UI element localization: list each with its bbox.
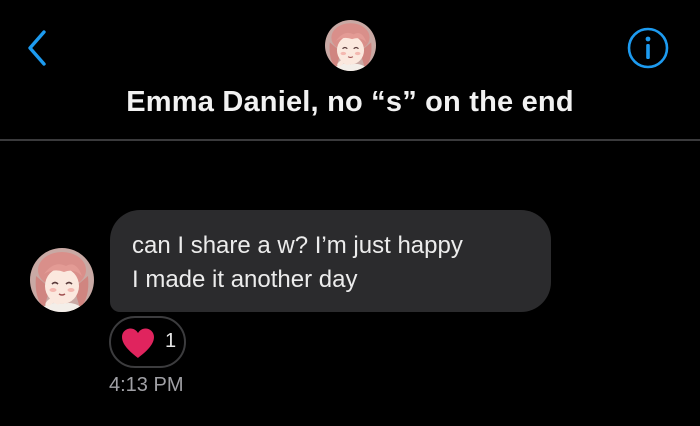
back-button[interactable] [20,28,56,68]
chevron-left-icon [28,30,46,66]
heart-icon [122,328,154,358]
contact-avatar[interactable] [325,20,376,71]
message-text-line-2: I made it another day [132,266,358,293]
avatar-image [30,248,94,312]
avatar-image [325,20,376,71]
reaction-count: 1 [165,330,177,352]
message-text-line-1: can I share a w? I’m just happy [132,232,463,259]
sender-avatar[interactable] [30,248,94,312]
header-divider [0,139,700,141]
info-button[interactable] [626,26,670,70]
message-timestamp: 4:13 PM [109,374,184,396]
conversation-title: Emma Daniel, no “s” on the end [126,86,574,118]
conversation-header: Emma Daniel, no “s” on the end [0,0,700,141]
heart-reaction[interactable]: 1 [109,316,186,368]
info-circle-icon [627,27,669,69]
message-bubble[interactable]: can I share a w? I’m just happy I made i… [110,210,551,312]
